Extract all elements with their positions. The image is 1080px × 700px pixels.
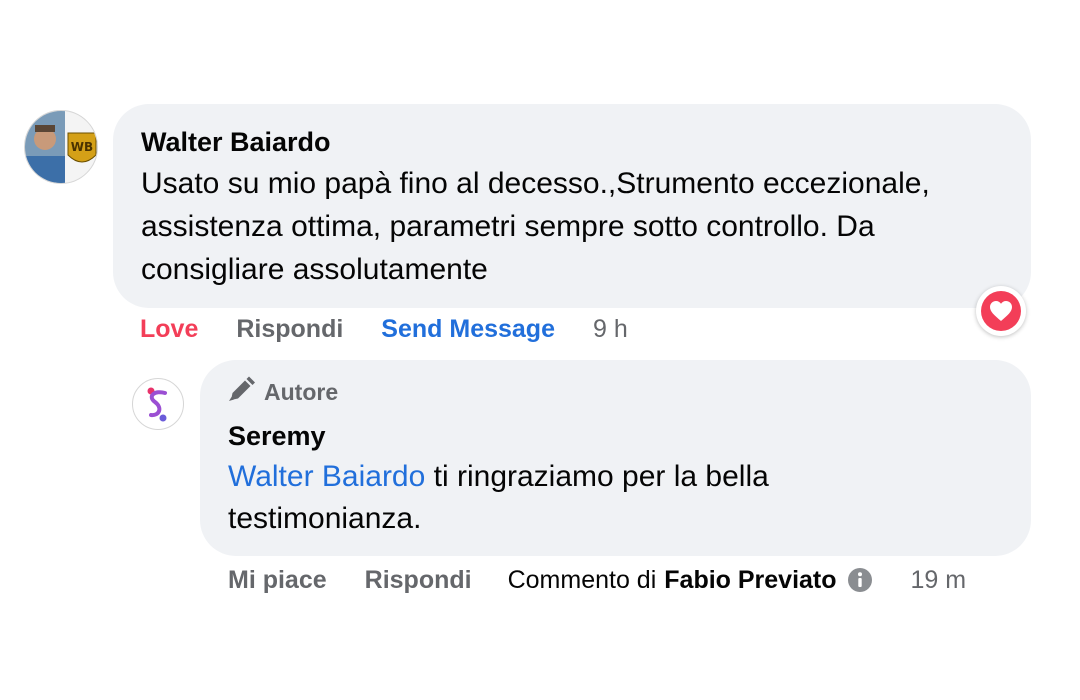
reply-actions: Mi piace Rispondi Commento di Fabio Prev… [228, 563, 966, 597]
comment-bubble: Walter Baiardo Usato su mio papà fino al… [113, 104, 1031, 308]
page-avatar[interactable] [132, 378, 184, 430]
love-reaction-button[interactable]: Love [140, 315, 198, 344]
commented-by-name[interactable]: Fabio Previato [664, 566, 836, 595]
reply-bubble: Autore Seremy Walter Baiardo ti ringrazi… [200, 360, 1031, 556]
heart-reaction-icon[interactable] [976, 286, 1026, 336]
reply-button[interactable]: Rispondi [365, 566, 472, 595]
send-message-button[interactable]: Send Message [381, 315, 555, 344]
info-icon[interactable] [847, 567, 873, 593]
svg-text:WB: WB [71, 140, 93, 154]
comment-text: Usato su mio papà fino al decesso.,Strum… [141, 167, 930, 286]
reply-timestamp[interactable]: 19 m [911, 566, 967, 595]
comment-timestamp[interactable]: 9 h [593, 315, 628, 344]
commented-by-label: Commento di [507, 565, 657, 594]
like-button[interactable]: Mi piace [228, 566, 327, 595]
comment-author[interactable]: Walter Baiardo [141, 126, 1003, 158]
reply-button[interactable]: Rispondi [236, 315, 343, 344]
author-badge-label: Autore [264, 378, 339, 405]
pencil-icon [228, 376, 264, 408]
author-badge: Autore [228, 376, 1003, 408]
commenter-avatar[interactable]: WB [24, 110, 98, 184]
reply-text: Walter Baiardo ti ringraziamo per la bel… [228, 456, 928, 540]
comment-actions: Love Rispondi Send Message 9 h [140, 312, 628, 346]
mention-link[interactable]: Walter Baiardo [228, 460, 425, 493]
reply-author[interactable]: Seremy [228, 420, 1003, 452]
